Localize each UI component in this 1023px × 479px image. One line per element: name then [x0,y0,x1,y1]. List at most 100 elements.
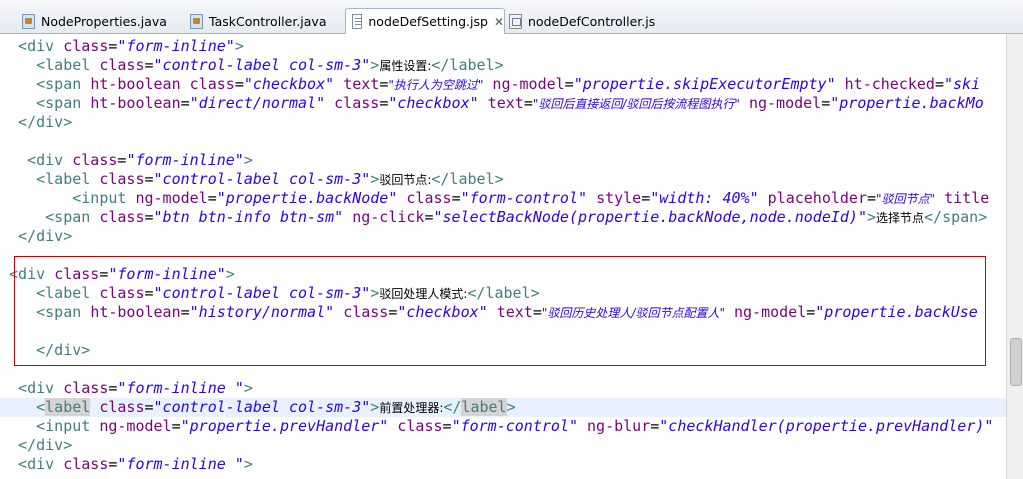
code-line: </div> [0,227,1006,246]
code-token: > [370,398,380,416]
code-token: <div [0,379,64,397]
code-token: "selectBackNode(propertie.backNode,node.… [433,208,867,226]
code-token: = [171,417,181,435]
code-token: "width: 40%" [650,189,759,207]
code-token: ht-boolean [90,94,181,112]
code-token: 选择节点 [876,211,925,225]
scrollbar-thumb[interactable] [1010,338,1022,386]
code-token: "form-inline" [126,151,244,169]
tab-taskcontroller-java[interactable]: TaskController.java [184,10,326,33]
code-token: class [99,208,145,226]
jsp-file-icon [352,14,363,29]
code-token: > [370,170,380,188]
code-token: = [207,189,217,207]
current-code-line: <label class="control-label col-sm-3">前置… [0,398,1006,417]
code-token: class [99,398,145,416]
code-token: ng-model [492,75,565,93]
tab-label: nodeDefController.js [528,14,656,29]
code-token: "direct/normal" [189,94,326,112]
code-line: <div class="form-inline"> [0,37,1006,56]
code-token: class [99,56,145,74]
code-token: = [234,75,244,93]
code-token: <input [0,189,136,207]
code-line: <span class="btn btn-info btn-sm" ng-cli… [0,208,1006,227]
code-token: </div> [0,227,73,245]
code-token: placeholder [767,189,867,207]
code-token: "ski [943,75,981,93]
code-line: <span ht-boolean="direct/normal" class="… [0,94,1006,113]
code-token: <div [0,37,64,55]
code-token: "control-label col-sm-3" [153,170,371,188]
code-token: = [379,94,389,112]
code-token: > [234,37,244,55]
tab-label: NodeProperties.java [41,14,167,29]
code-token: </ [443,398,462,416]
code-token: ng-model [99,417,172,435]
code-token: < [0,398,46,416]
code-token: = [180,94,190,112]
code-token: class [334,94,380,112]
code-token: = [379,75,389,93]
tab-nodeproperties-java[interactable]: NodeProperties.java [16,10,167,33]
code-token: = [424,208,434,226]
code-line: </div> [0,113,1006,132]
code-token: <input [0,417,100,435]
code-token: "执行人为空跳过" [388,78,484,92]
code-token: </label> [431,170,504,188]
code-line: <input ng-model="propertie.backNode" cla… [0,189,1006,208]
code-token: <div [0,151,73,169]
code-token: > [866,208,877,226]
code-token: = [144,56,154,74]
code-token: <label [0,170,100,188]
highlight-box [14,256,986,366]
code-token: class [72,151,118,169]
code-token: > [370,56,380,74]
code-token: = [144,170,154,188]
code-token: class [189,75,235,93]
code-token: ht-checked [844,75,935,93]
code-token: "propertie.backMo [830,94,984,112]
code-line: <input ng-model="propertie.prevHandler" … [0,417,1006,436]
code-token: </div> [0,113,73,131]
vertical-scrollbar[interactable] [1006,34,1023,479]
code-token: 属性设置: [379,59,432,73]
code-token: </span> [924,208,988,226]
code-token: > [506,398,516,416]
code-line: <div class="form-inline"> [0,151,1006,170]
tab-nodedefcontroller-js[interactable]: nodeDefController.js [503,10,655,33]
code-token: "驳回后直接返回/驳回后按流程图执行" [532,97,740,111]
tab-label: nodeDefSetting.jsp [368,14,488,29]
code-token: = [144,208,154,226]
code-token: </div> [0,436,73,454]
code-token: <span [0,75,91,93]
code-token: = [144,398,154,416]
code-token: "form-inline " [117,379,244,397]
java-file-icon [22,14,35,29]
code-token: <label [0,56,100,74]
code-line: <span ht-boolean class="checkbox" text="… [0,75,1006,94]
code-token: = [564,75,574,93]
code-token: = [650,417,660,435]
code-token: "checkbox" [388,94,479,112]
code-line: <div class="form-inline "> [0,455,1006,474]
code-token: class [63,37,109,55]
code-token: </label> [431,56,504,74]
code-token: label [461,398,507,416]
code-token: > [243,379,253,397]
code-token: "control-label col-sm-3" [153,56,371,74]
code-token: class [99,170,145,188]
code-token: <div [0,455,64,473]
code-token: = [523,94,533,112]
code-token: text [343,75,380,93]
tab-nodedefsetting-jsp[interactable]: nodeDefSetting.jsp ✕ [345,8,505,34]
code-token: <span [0,208,100,226]
code-token: "btn btn-info btn-sm" [153,208,344,226]
